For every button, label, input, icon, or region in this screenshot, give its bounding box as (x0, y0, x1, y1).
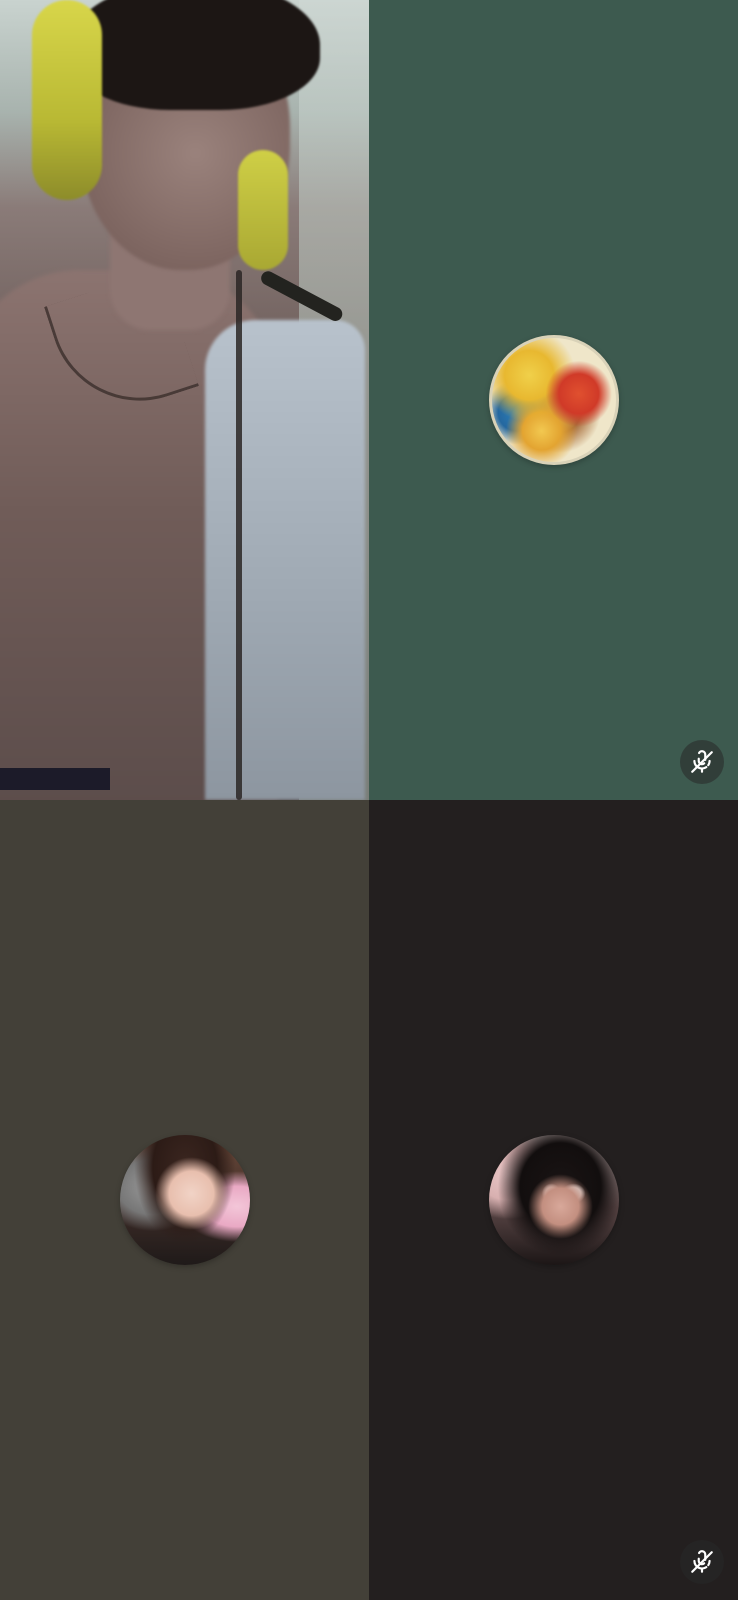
headset-left (32, 0, 102, 200)
participant-tile-2[interactable] (369, 0, 738, 800)
participant-tile-video[interactable] (0, 0, 369, 800)
video-call-grid (0, 0, 738, 1600)
mic-off-icon (680, 740, 724, 784)
mic-off-icon (680, 1540, 724, 1584)
headset-cable (236, 270, 242, 800)
participant-tile-3[interactable] (0, 800, 369, 1600)
waistband (0, 768, 110, 790)
video-shirt (205, 320, 365, 800)
participant-tile-4[interactable] (369, 800, 738, 1600)
profile-photo-sunglasses-avatar (488, 1135, 619, 1265)
camera-feed (0, 0, 369, 800)
profile-photo-avatar (119, 1135, 250, 1265)
video-hair (70, 0, 320, 110)
headset-right (238, 150, 288, 270)
anime-artwork-avatar (488, 335, 619, 465)
